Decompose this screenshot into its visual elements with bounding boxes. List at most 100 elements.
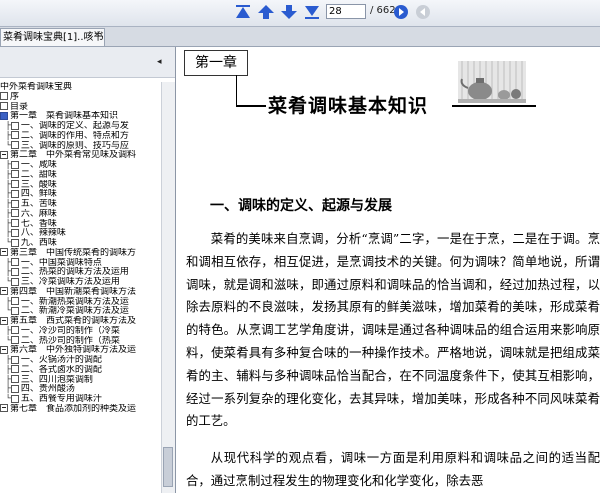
bookmark-label: 二、热菜的调味方法及运用 [20,267,129,277]
collapse-node-icon[interactable] [0,150,8,159]
chapter-label: 第一章 [184,50,248,76]
bookmark-icon [10,258,19,266]
last-page-icon[interactable] [303,4,321,20]
bookmark-item[interactable]: ├ 三、四川泡菜调制 [0,375,160,385]
tree-line: ├ [0,199,11,209]
bookmark-icon [10,219,19,227]
bookmark-item[interactable]: ├ 七、香味 [0,219,160,229]
collapse-node-icon[interactable] [0,404,8,413]
bookmark-item[interactable]: ├ 四、贵州酸汤 [0,384,160,394]
bookmark-label: 一、调味的定义、起源与发 [20,121,129,131]
bookmark-item[interactable]: 中外菜肴调味宝典 [0,82,160,92]
bookmark-label: 二、热沙司的制作（热菜 [20,335,120,346]
bookmark-label: 目录 [10,101,29,112]
bookmark-icon [10,189,19,198]
tree-line: ├ [0,228,11,238]
close-tab-icon[interactable]: × [93,30,101,40]
bookmark-icon [10,228,19,237]
bookmark-item[interactable]: 第三章 中国传统菜肴的调味方 [0,248,160,258]
prev-page-icon[interactable] [257,4,275,20]
bookmark-item[interactable]: └ 三、冷菜调味方法及运用 [0,277,160,287]
bookmark-item[interactable]: 第五章 西式菜肴的调味方法及 [0,316,160,326]
bookmark-label: 一、新潮热菜调味方法及运 [20,296,129,307]
bookmark-label: 四、鲜味 [20,189,57,199]
bookmark-item[interactable]: ├ 一、新潮热菜调味方法及运 [0,297,160,307]
chapter-line [236,105,266,107]
bookmark-item[interactable]: 目录 [0,101,160,112]
bookmark-label: 九、西味 [20,238,57,248]
tab-title: 菜肴调味宝典[1]..咳书.... [3,32,105,43]
bookmark-label: 二、各式卤水的调配 [20,364,102,375]
bookmark-label: 三、调味的原则、技巧与应 [20,140,129,151]
bookmark-label: 五、西餐专用调味汁 [20,394,102,404]
go-forward-icon[interactable] [392,4,410,20]
sidebar-header: ◂ [0,47,175,78]
tree-line: └ [0,277,11,287]
bookmark-label: 二、新潮冷菜调味方法及运 [20,306,129,316]
bookmark-label: 第六章 中外独特调味方法及运 [10,345,137,355]
tree-line: └ [0,394,11,404]
bookmark-item[interactable]: 序 [0,92,160,102]
tree-line: ├ [0,121,11,131]
tree-line: ├ [0,160,11,170]
bookmark-icon [10,199,19,208]
first-page-icon[interactable] [234,4,252,20]
bookmark-item[interactable]: └ 二、新潮冷菜调味方法及运 [0,306,160,316]
bookmark-icon [10,306,19,315]
bookmark-item[interactable]: ├ 一、冷沙司的制作（冷菜 [0,326,160,336]
scrollbar-thumb[interactable] [163,447,173,487]
bookmark-icon [10,170,19,179]
bookmark-item[interactable]: └ 三、调味的原则、技巧与应 [0,141,160,151]
bookmark-item[interactable]: ├ 八、辣辣味 [0,228,160,238]
bookmark-sidebar: ◂ 中外菜肴调味宝典序目录 第一章 菜肴调味基本知识 ├ 一、调味的定义、起源与发 … [0,47,176,493]
bookmark-label: 五、苦味 [20,199,57,209]
sidebar-scrollbar[interactable] [161,82,175,493]
bookmark-label: 三、酸味 [20,179,57,190]
bookmark-item[interactable]: └ 二、热沙司的制作（热菜 [0,336,160,346]
bookmark-item[interactable]: 第七章 食品添加剂的种类及运 [0,404,160,414]
bookmark-item[interactable]: ├ 六、麻味 [0,209,160,219]
bookmark-item[interactable]: ├ 二、热菜的调味方法及运用 [0,267,160,277]
bookmark-item[interactable]: ├ 二、甜味 [0,170,160,180]
bookmark-icon [10,121,19,130]
collapse-node-icon[interactable] [0,316,8,325]
bookmark-icon [0,111,8,120]
bookmark-icon [10,297,19,305]
bookmark-label: 一、冷沙司的制作（冷菜 [20,325,120,336]
collapse-sidebar-icon[interactable]: ◂ [157,57,162,67]
bookmark-item[interactable]: 第四章 中国新潮菜肴调味方法 [0,287,160,297]
go-back-icon[interactable] [414,4,432,20]
bookmark-icon [10,326,19,335]
bookmark-label: 四、贵州酸汤 [20,384,75,394]
bookmark-item[interactable]: 第二章 中外菜肴常见味及调料 [0,150,160,160]
bookmark-item[interactable]: └ 五、西餐专用调味汁 [0,394,160,404]
bookmark-item[interactable]: 第一章 菜肴调味基本知识 [0,111,160,121]
bookmark-item[interactable]: ├ 三、酸味 [0,180,160,190]
bookmark-item[interactable]: ├ 二、调味的作用、特点和方 [0,131,160,141]
collapse-node-icon[interactable] [0,248,8,257]
bookmark-item[interactable]: 第六章 中外独特调味方法及运 [0,345,160,355]
collapse-node-icon[interactable] [0,287,8,296]
next-page-icon[interactable] [280,4,298,20]
bookmark-item[interactable]: ├ 一、咸味 [0,160,160,170]
bookmark-icon [10,131,19,140]
collapse-node-icon[interactable] [0,345,8,354]
bookmark-icon [10,384,19,393]
tree-line: ├ [0,130,11,141]
bookmark-item[interactable]: └ 九、西味 [0,238,160,248]
bookmark-item[interactable]: ├ 四、鲜味 [0,189,160,199]
bookmark-item[interactable]: ├ 五、苦味 [0,199,160,209]
page-number-input[interactable] [326,4,366,19]
bookmark-item[interactable]: ├ 一、调味的定义、起源与发 [0,121,160,131]
tree-line: ├ [0,364,11,375]
bookmark-icon [10,336,19,344]
bookmark-icon [10,238,19,247]
bookmark-item[interactable]: ├ 二、各式卤水的调配 [0,365,160,375]
tab-document[interactable]: 菜肴调味宝典[1]..咳书.... [0,28,105,46]
document-page: 第一章 菜肴调味基本知识 一、调味的定义、起源与发展 菜肴的美味来自烹调，分析“… [176,47,600,493]
tree-line: ├ [0,208,11,219]
chapter-line [452,105,536,107]
bookmark-item[interactable]: ├ 一、中国菜调味特点 [0,258,160,268]
bookmark-item[interactable]: ├ 一、火锅汤汁的调配 [0,355,160,365]
tree-line: ├ [0,257,11,268]
